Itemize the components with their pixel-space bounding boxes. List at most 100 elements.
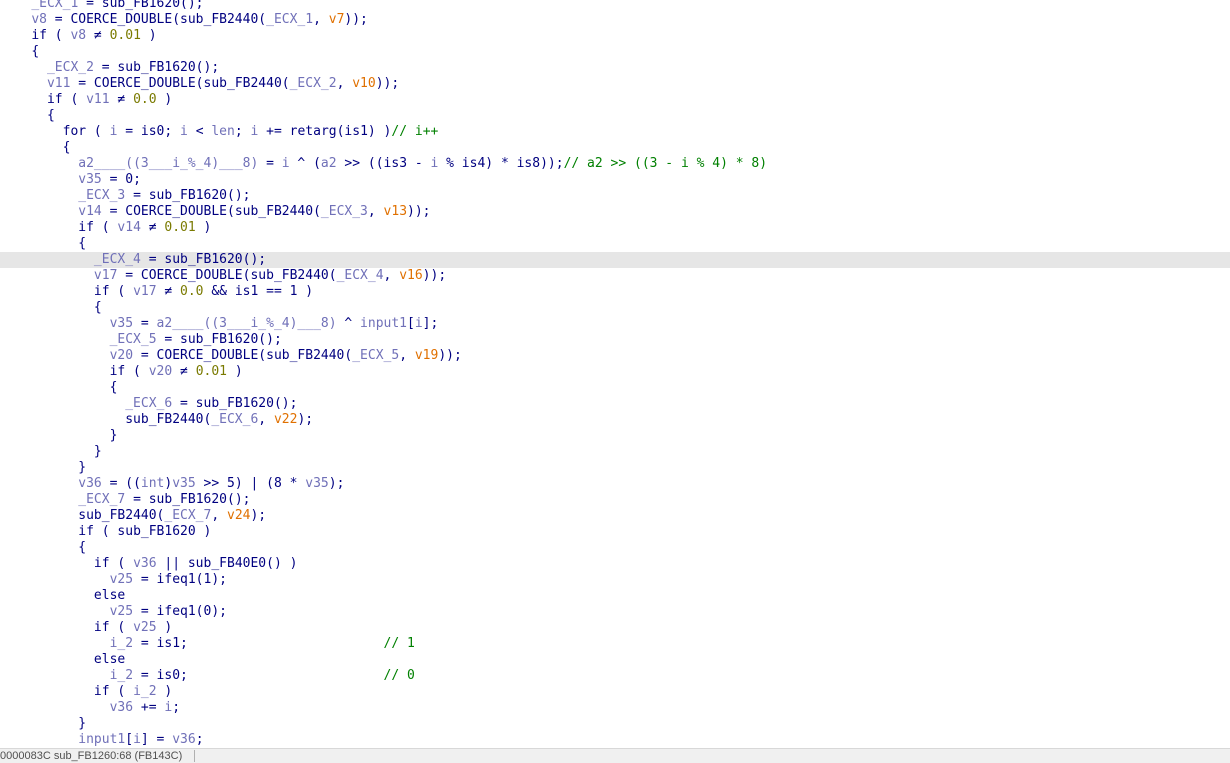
code-line[interactable]: _ECX_7 = sub_FB1620(); [0, 492, 1230, 508]
variable-token[interactable]: input1 [78, 732, 125, 747]
code-line[interactable]: _ECX_4 = sub_FB1620(); [0, 252, 1230, 268]
code-line[interactable]: sub_FB2440(_ECX_6, v22); [0, 412, 1230, 428]
code-line[interactable]: v35 = 0; [0, 172, 1230, 188]
code-line[interactable]: sub_FB2440(_ECX_7, v24); [0, 508, 1230, 524]
variable-token[interactable]: v8 [31, 12, 47, 27]
code-line[interactable]: i_2 = is1; // 1 [0, 636, 1230, 652]
argument-token[interactable]: v13 [384, 204, 407, 219]
variable-token[interactable]: i [180, 124, 188, 139]
code-line[interactable]: { [0, 540, 1230, 556]
code-line[interactable]: _ECX_6 = sub_FB1620(); [0, 396, 1230, 412]
variable-token[interactable]: v36 [110, 700, 133, 715]
variable-token[interactable]: v14 [78, 204, 101, 219]
variable-token[interactable]: v35 [305, 476, 328, 491]
code-line[interactable]: v36 += i; [0, 700, 1230, 716]
code-line[interactable]: v36 = ((int)v35 >> 5) | (8 * v35); [0, 476, 1230, 492]
variable-token[interactable]: v35 [78, 172, 101, 187]
argument-token[interactable]: v16 [399, 268, 422, 283]
variable-token[interactable]: v36 [133, 556, 156, 571]
variable-token[interactable]: a2____((3___i_%_4)___8) [157, 316, 337, 331]
code-line[interactable]: else [0, 652, 1230, 668]
variable-token[interactable]: v8 [70, 28, 86, 43]
variable-token[interactable]: v25 [110, 572, 133, 587]
variable-token[interactable]: v25 [133, 620, 156, 635]
code-line[interactable]: if ( v11 ≠ 0.0 ) [0, 92, 1230, 108]
variable-token[interactable]: _ECX_2 [290, 76, 337, 91]
code-line[interactable]: if ( v8 ≠ 0.01 ) [0, 28, 1230, 44]
variable-token[interactable]: v20 [149, 364, 172, 379]
variable-token[interactable]: v17 [94, 268, 117, 283]
code-line[interactable]: v8 = COERCE_DOUBLE(sub_FB2440(_ECX_1, v7… [0, 12, 1230, 28]
code-line[interactable]: if ( v20 ≠ 0.01 ) [0, 364, 1230, 380]
variable-token[interactable]: _ECX_4 [337, 268, 384, 283]
variable-token[interactable]: _ECX_7 [164, 508, 211, 523]
variable-token[interactable]: v11 [86, 92, 109, 107]
variable-token[interactable]: i_2 [110, 668, 133, 683]
variable-token[interactable]: _ECX_1 [31, 0, 78, 11]
pseudocode-view[interactable]: _ECX_1 = sub_FB1620(); v8 = COERCE_DOUBL… [0, 0, 1230, 748]
code-line[interactable]: _ECX_5 = sub_FB1620(); [0, 332, 1230, 348]
variable-token[interactable]: len [211, 124, 234, 139]
variable-token[interactable]: i_2 [133, 684, 156, 699]
argument-token[interactable]: v10 [352, 76, 375, 91]
variable-token[interactable]: i [133, 732, 141, 747]
code-line[interactable]: if ( v14 ≠ 0.01 ) [0, 220, 1230, 236]
variable-token[interactable]: v36 [78, 476, 101, 491]
variable-token[interactable]: _ECX_6 [211, 412, 258, 427]
code-line[interactable]: v20 = COERCE_DOUBLE(sub_FB2440(_ECX_5, v… [0, 348, 1230, 364]
argument-token[interactable]: v7 [329, 12, 345, 27]
code-line[interactable]: } [0, 444, 1230, 460]
variable-token[interactable]: v36 [172, 732, 195, 747]
code-line[interactable]: { [0, 140, 1230, 156]
variable-token[interactable]: i [282, 156, 290, 171]
variable-token[interactable]: _ECX_3 [78, 188, 125, 203]
variable-token[interactable]: v35 [172, 476, 195, 491]
code-line[interactable]: a2____((3___i_%_4)___8) = i ^ (a2 >> ((i… [0, 156, 1230, 172]
variable-token[interactable]: v11 [47, 76, 70, 91]
variable-token[interactable]: i [415, 316, 423, 331]
variable-token[interactable]: v14 [117, 220, 140, 235]
code-line[interactable]: i_2 = is0; // 0 [0, 668, 1230, 684]
argument-token[interactable]: v24 [227, 508, 250, 523]
code-line[interactable]: } [0, 716, 1230, 732]
code-line[interactable]: v11 = COERCE_DOUBLE(sub_FB2440(_ECX_2, v… [0, 76, 1230, 92]
variable-token[interactable]: _ECX_5 [352, 348, 399, 363]
variable-token[interactable]: input1 [360, 316, 407, 331]
code-line[interactable]: if ( sub_FB1620 ) [0, 524, 1230, 540]
code-line[interactable]: for ( i = is0; i < len; i += retarg(is1)… [0, 124, 1230, 140]
variable-token[interactable]: a2____((3___i_%_4)___8) [78, 156, 258, 171]
code-line[interactable]: v17 = COERCE_DOUBLE(sub_FB2440(_ECX_4, v… [0, 268, 1230, 284]
variable-token[interactable]: v25 [110, 604, 133, 619]
code-line[interactable]: { [0, 236, 1230, 252]
argument-token[interactable]: v19 [415, 348, 438, 363]
variable-token[interactable]: _ECX_6 [125, 396, 172, 411]
code-line[interactable]: else [0, 588, 1230, 604]
code-line[interactable]: _ECX_1 = sub_FB1620(); [0, 0, 1230, 12]
code-line[interactable]: _ECX_3 = sub_FB1620(); [0, 188, 1230, 204]
code-line[interactable]: input1[i] = v36; [0, 732, 1230, 748]
variable-token[interactable]: _ECX_4 [94, 252, 141, 267]
variable-token[interactable]: a2 [321, 156, 337, 171]
code-line[interactable]: if ( i_2 ) [0, 684, 1230, 700]
code-line[interactable]: { [0, 380, 1230, 396]
code-line[interactable]: v25 = ifeq1(0); [0, 604, 1230, 620]
variable-token[interactable]: _ECX_3 [321, 204, 368, 219]
variable-token[interactable]: _ECX_2 [47, 60, 94, 75]
variable-token[interactable]: _ECX_1 [266, 12, 313, 27]
variable-token[interactable]: i_2 [110, 636, 133, 651]
variable-token[interactable]: v20 [110, 348, 133, 363]
code-line[interactable]: v35 = a2____((3___i_%_4)___8) ^ input1[i… [0, 316, 1230, 332]
variable-token[interactable]: v17 [133, 284, 156, 299]
variable-token[interactable]: v35 [110, 316, 133, 331]
code-line[interactable]: if ( v17 ≠ 0.0 && is1 == 1 ) [0, 284, 1230, 300]
code-line[interactable]: if ( v36 || sub_FB40E0() ) [0, 556, 1230, 572]
code-line[interactable]: v14 = COERCE_DOUBLE(sub_FB2440(_ECX_3, v… [0, 204, 1230, 220]
code-line[interactable]: { [0, 300, 1230, 316]
code-line[interactable]: { [0, 44, 1230, 60]
code-line[interactable]: _ECX_2 = sub_FB1620(); [0, 60, 1230, 76]
code-line[interactable]: { [0, 108, 1230, 124]
code-line[interactable]: v25 = ifeq1(1); [0, 572, 1230, 588]
code-line[interactable]: } [0, 428, 1230, 444]
code-line[interactable]: if ( v25 ) [0, 620, 1230, 636]
code-line[interactable]: } [0, 460, 1230, 476]
